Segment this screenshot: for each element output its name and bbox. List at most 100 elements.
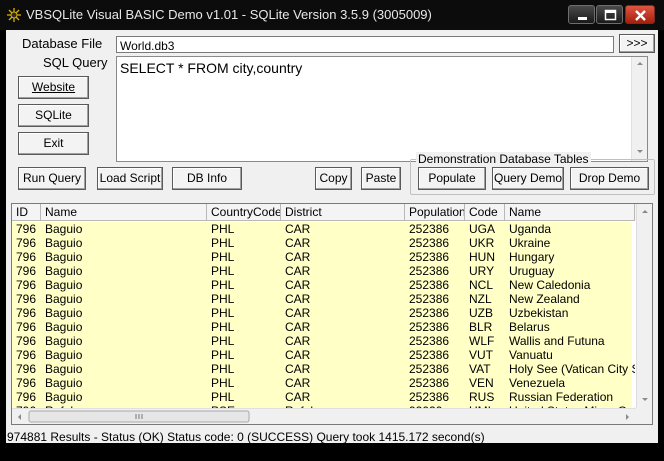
table-cell: Belarus (509, 320, 550, 334)
table-cell: VEN (469, 376, 494, 390)
table-cell: Venezuela (509, 376, 566, 390)
client-area: Database File World.db3 >>> SQL Query SE… (6, 30, 658, 444)
table-cell: NCL (469, 278, 494, 292)
table-cell: CAR (285, 250, 311, 264)
sqlite-button[interactable]: SQLite (18, 104, 89, 127)
table-cell: PHL (211, 222, 235, 236)
table-cell: CAR (285, 348, 311, 362)
table-cell: Uzbekistan (509, 306, 569, 320)
column-header[interactable]: CountryCode (207, 204, 281, 221)
table-row[interactable]: 796 Baguio PHL CAR 252386 VEN Venezuela (12, 376, 632, 390)
table-cell: 252386 (409, 362, 450, 376)
table-cell: 796 (16, 264, 37, 278)
sql-vertical-scrollbar[interactable] (631, 57, 647, 161)
table-cell: 796 (16, 236, 37, 250)
status-bar: 974881 Results - Status (OK) Status code… (6, 430, 658, 444)
table-cell: CAR (285, 376, 311, 390)
drop-demo-button[interactable]: Drop Demo (570, 167, 649, 190)
table-row[interactable]: 796 Baguio PHL CAR 252386 WLF Wallis and Futun… (12, 334, 632, 348)
sql-query-text: SELECT * FROM city,country (120, 60, 303, 76)
table-cell: 252386 (409, 250, 450, 264)
table-cell: CAR (285, 222, 311, 236)
table-cell: NZL (469, 292, 492, 306)
table-cell: Russian Federation (509, 390, 614, 404)
browse-button[interactable]: >>> (619, 34, 655, 53)
paste-button[interactable]: Paste (361, 167, 401, 190)
table-cell: PHL (211, 362, 235, 376)
results-grid[interactable]: ID Name CountryCode District Population Code N… (11, 203, 653, 425)
grid-vertical-scrollbar[interactable] (636, 204, 652, 408)
table-cell: 252386 (409, 390, 450, 404)
table-cell: HUN (469, 250, 495, 264)
query-demo-button[interactable]: Query Demo (492, 167, 564, 190)
table-row[interactable]: 796 Baguio PHL CAR 252386 NCL New Caledonia (12, 278, 632, 292)
table-cell: Baguio (45, 278, 83, 292)
populate-button[interactable]: Populate (418, 167, 486, 190)
table-row[interactable]: 796 Baguio PHL CAR 252386 HUN Hungary (12, 250, 632, 264)
column-header[interactable]: Code (465, 204, 505, 221)
table-cell: RUS (469, 390, 495, 404)
table-cell: CAR (285, 320, 311, 334)
table-cell: CAR (285, 278, 311, 292)
exit-button[interactable]: Exit (18, 132, 89, 155)
minimize-icon (578, 17, 587, 20)
table-cell: 796 (16, 250, 37, 264)
table-row[interactable]: 796 Baguio PHL CAR 252386 UZB Uzbekistan (12, 306, 632, 320)
table-cell: Baguio (45, 362, 83, 376)
table-cell: PHL (211, 348, 235, 362)
table-row[interactable]: 796 Baguio PHL CAR 252386 VUT Vanuatu (12, 348, 632, 362)
table-cell: Baguio (45, 348, 83, 362)
table-cell: PHL (211, 334, 235, 348)
column-header[interactable]: Population (405, 204, 465, 221)
table-row[interactable]: 796 Baguio PHL CAR 252386 VAT Holy See (Vatica… (12, 362, 635, 376)
table-cell: VAT (469, 362, 491, 376)
table-cell: Baguio (45, 306, 83, 320)
close-button[interactable] (625, 5, 655, 24)
table-cell: 252386 (409, 320, 450, 334)
close-icon (635, 10, 646, 21)
column-header[interactable]: ID (12, 204, 41, 221)
table-cell: Baguio (45, 236, 83, 250)
table-cell: 252386 (409, 278, 450, 292)
table-cell: PHL (211, 390, 235, 404)
run-query-button[interactable]: Run Query (18, 167, 86, 190)
table-row[interactable]: 796 Baguio PHL CAR 252386 BLR Belarus (12, 320, 632, 334)
database-file-label: Database File (22, 36, 103, 51)
table-cell: Baguio (45, 334, 83, 348)
table-cell: UZB (469, 306, 493, 320)
table-cell: VUT (469, 348, 493, 362)
column-header[interactable]: Name (505, 204, 635, 221)
copy-button[interactable]: Copy (315, 167, 352, 190)
table-row[interactable]: 796 Baguio PHL CAR 252386 RUS Russian Federati… (12, 390, 632, 404)
sql-query-input[interactable]: SELECT * FROM city,country (116, 56, 648, 162)
maximize-button[interactable] (596, 5, 623, 24)
column-header[interactable]: District (281, 204, 405, 221)
database-file-field[interactable]: World.db3 (116, 36, 614, 53)
table-cell: PHL (211, 306, 235, 320)
load-script-button[interactable]: Load Script (97, 167, 163, 190)
table-cell: PHL (211, 376, 235, 390)
table-cell: 252386 (409, 348, 450, 362)
table-cell: Baguio (45, 292, 83, 306)
table-row[interactable]: 796 Baguio PHL CAR 252386 NZL New Zealand (12, 292, 632, 306)
table-row[interactable]: 796 Baguio PHL CAR 252386 UGA Uganda (12, 222, 632, 236)
table-cell: CAR (285, 306, 311, 320)
table-cell: Baguio (45, 250, 83, 264)
table-cell: UGA (469, 222, 496, 236)
table-cell: CAR (285, 292, 311, 306)
minimize-button[interactable] (568, 5, 595, 24)
table-cell: CAR (285, 264, 311, 278)
website-button[interactable]: Website (18, 76, 89, 99)
title-bar[interactable]: VBSQLite Visual BASIC Demo v1.01 - SQLit… (0, 0, 664, 30)
grid-horizontal-scrollbar[interactable] (12, 408, 636, 424)
table-cell: 252386 (409, 264, 450, 278)
table-row[interactable]: 796 Baguio PHL CAR 252386 URY Uruguay (12, 264, 632, 278)
table-cell: UKR (469, 236, 495, 250)
table-row[interactable]: 796 Baguio PHL CAR 252386 UKR Ukraine (12, 236, 632, 250)
table-cell: 796 (16, 348, 37, 362)
scroll-down-icon (642, 210, 648, 401)
column-header[interactable]: Name (41, 204, 207, 221)
table-cell: PHL (211, 250, 235, 264)
db-info-button[interactable]: DB Info (172, 167, 242, 190)
table-cell: New Zealand (509, 292, 580, 306)
